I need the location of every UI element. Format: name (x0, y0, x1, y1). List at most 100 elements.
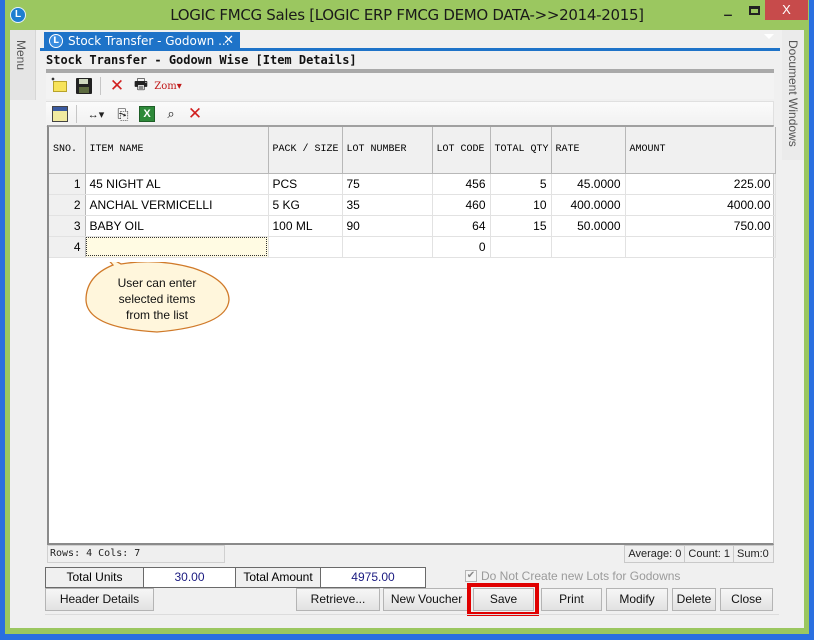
cell-lot-number[interactable]: 35 (342, 194, 433, 216)
table-row-new[interactable]: 4 0 (49, 236, 776, 258)
tab-label: Stock Transfer - Godown ... (68, 34, 230, 48)
column-width-dropdown-button[interactable]: ↔▾ (83, 104, 109, 124)
find-button[interactable]: ⌕ (161, 104, 181, 124)
column-header-item-name[interactable]: ITEM NAME (85, 127, 269, 174)
modify-button[interactable]: Modify (606, 588, 668, 611)
retrieve-button[interactable]: Retrieve... (296, 588, 380, 611)
cell-item-name[interactable]: 45 NIGHT AL (85, 173, 269, 195)
new-icon (50, 75, 67, 92)
find-binoculars-icon: ⌕ (167, 106, 175, 121)
cell-item-name-active[interactable] (85, 236, 269, 258)
cell-lot-code[interactable]: 0 (432, 236, 491, 258)
cell-total-qty[interactable]: 5 (490, 173, 552, 195)
cell-rate[interactable]: 400.0000 (551, 194, 626, 216)
count-status: Count: 1 (684, 545, 733, 563)
save-toolbar-button[interactable] (74, 76, 94, 96)
form-title: Stock Transfer - Godown Wise [Item Detai… (46, 53, 357, 67)
cell-total-qty[interactable] (490, 236, 552, 258)
no-new-lots-option[interactable]: ✔ Do Not Create new Lots for Godowns (465, 569, 680, 583)
cell-pack-size[interactable]: 5 KG (268, 194, 343, 216)
cell-rate[interactable] (551, 236, 626, 258)
hint-callout: User can enter selected items from the l… (83, 262, 231, 334)
remove-icon: ✕ (187, 104, 203, 124)
cell-pack-size[interactable] (268, 236, 343, 258)
cell-amount[interactable]: 750.00 (625, 215, 776, 237)
print-button[interactable]: Print (541, 588, 602, 611)
column-header-lot-code[interactable]: LOT CODE (432, 127, 491, 174)
cell-rate[interactable]: 45.0000 (551, 173, 626, 195)
tab-logo-icon: L (49, 34, 63, 48)
tab-list-dropdown-icon[interactable] (764, 34, 774, 39)
item-details-grid[interactable]: SNO. ITEM NAME PACK / SIZE LOT NUMBER LO… (47, 125, 776, 545)
total-amount-value: 4975.00 (321, 567, 426, 588)
new-voucher-button[interactable]: New Voucher (383, 588, 470, 611)
table-row[interactable]: 1 45 NIGHT AL PCS 75 456 5 45.0000 225.0… (49, 173, 776, 195)
menu-side-panel[interactable]: Menu (10, 30, 36, 100)
column-header-lot-number[interactable]: LOT NUMBER (342, 127, 433, 174)
document-windows-label: Document Windows (786, 40, 800, 147)
cell-sno[interactable]: 2 (49, 194, 86, 216)
maximize-button[interactable] (743, 3, 765, 25)
excel-export-icon: X (139, 106, 155, 122)
app-window: L LOGIC FMCG Sales [LOGIC ERP FMCG DEMO … (0, 0, 814, 640)
callout-line-1: User can enter (117, 276, 197, 290)
cell-sno[interactable]: 3 (49, 215, 86, 237)
cell-pack-size[interactable]: 100 ML (268, 215, 343, 237)
print-toolbar-button[interactable]: 🖶 (131, 76, 151, 96)
header-details-button[interactable]: Header Details (45, 588, 154, 611)
zoom-dropdown-button[interactable]: Zom▾ (154, 76, 182, 96)
cell-lot-number[interactable]: 75 (342, 173, 433, 195)
close-window-button[interactable]: X (765, 0, 808, 20)
save-button-highlight (467, 583, 539, 616)
cell-lot-code[interactable]: 460 (432, 194, 491, 216)
toolbar-separator (100, 77, 101, 95)
column-header-rate[interactable]: RATE (551, 127, 626, 174)
close-button[interactable]: Close (720, 588, 773, 611)
layout-button[interactable] (50, 104, 70, 124)
cell-sno[interactable]: 1 (49, 173, 86, 195)
table-row[interactable]: 2 ANCHAL VERMICELLI 5 KG 35 460 10 400.0… (49, 194, 776, 216)
zoom-dropdown-icon: Zom▾ (154, 80, 182, 92)
column-header-total-qty[interactable]: TOTAL QTY (490, 127, 552, 174)
copy-button[interactable]: ⎘ (113, 104, 133, 124)
delete-icon: ✕ (109, 76, 125, 96)
tab-close-icon[interactable]: ✕ (223, 32, 234, 50)
cell-lot-number[interactable] (342, 236, 433, 258)
cell-pack-size[interactable]: PCS (268, 173, 343, 195)
layout-icon (52, 106, 68, 122)
cell-rate[interactable]: 50.0000 (551, 215, 626, 237)
cell-lot-code[interactable]: 456 (432, 173, 491, 195)
title-bar[interactable]: L LOGIC FMCG Sales [LOGIC ERP FMCG DEMO … (5, 0, 809, 30)
remove-row-button[interactable]: ✕ (185, 104, 205, 124)
cell-total-qty[interactable]: 15 (490, 215, 552, 237)
document-windows-side-panel[interactable]: Document Windows (782, 30, 804, 160)
no-new-lots-checkbox[interactable]: ✔ (465, 570, 477, 582)
excel-export-button[interactable]: X (137, 104, 157, 124)
delete-toolbar-button[interactable]: ✕ (107, 76, 127, 96)
grid-status-bar: Rows: 4 Cols: 7 Average: 0 Count: 1 Sum:… (47, 545, 774, 563)
cell-total-qty[interactable]: 10 (490, 194, 552, 216)
header-row: SNO. ITEM NAME PACK / SIZE LOT NUMBER LO… (49, 127, 776, 174)
column-header-sno[interactable]: SNO. (49, 127, 86, 174)
total-units-value: 30.00 (144, 567, 235, 588)
toolbar-separator (76, 105, 77, 123)
table-row[interactable]: 3 BABY OIL 100 ML 90 64 15 50.0000 750.0… (49, 215, 776, 237)
window-title: LOGIC FMCG Sales [LOGIC ERP FMCG DEMO DA… (170, 6, 644, 24)
save-icon (76, 78, 92, 94)
column-header-pack-size[interactable]: PACK / SIZE (268, 127, 343, 174)
cell-item-name[interactable]: ANCHAL VERMICELLI (85, 194, 269, 216)
cell-amount[interactable]: 4000.00 (625, 194, 776, 216)
delete-button[interactable]: Delete (672, 588, 716, 611)
cell-amount[interactable] (625, 236, 776, 258)
new-button[interactable] (50, 75, 70, 96)
minimize-button[interactable]: ‒ (717, 6, 739, 28)
cell-amount[interactable]: 225.00 (625, 173, 776, 195)
cell-item-name[interactable]: BABY OIL (85, 215, 269, 237)
column-header-amount[interactable]: AMOUNT (625, 127, 776, 174)
menu-panel-label: Menu (14, 40, 28, 71)
tab-stock-transfer[interactable]: L Stock Transfer - Godown ... ✕ (44, 32, 240, 51)
cell-sno[interactable]: 4 (49, 236, 86, 258)
rows-cols-status: Rows: 4 Cols: 7 (47, 545, 225, 563)
cell-lot-number[interactable]: 90 (342, 215, 433, 237)
cell-lot-code[interactable]: 64 (432, 215, 491, 237)
